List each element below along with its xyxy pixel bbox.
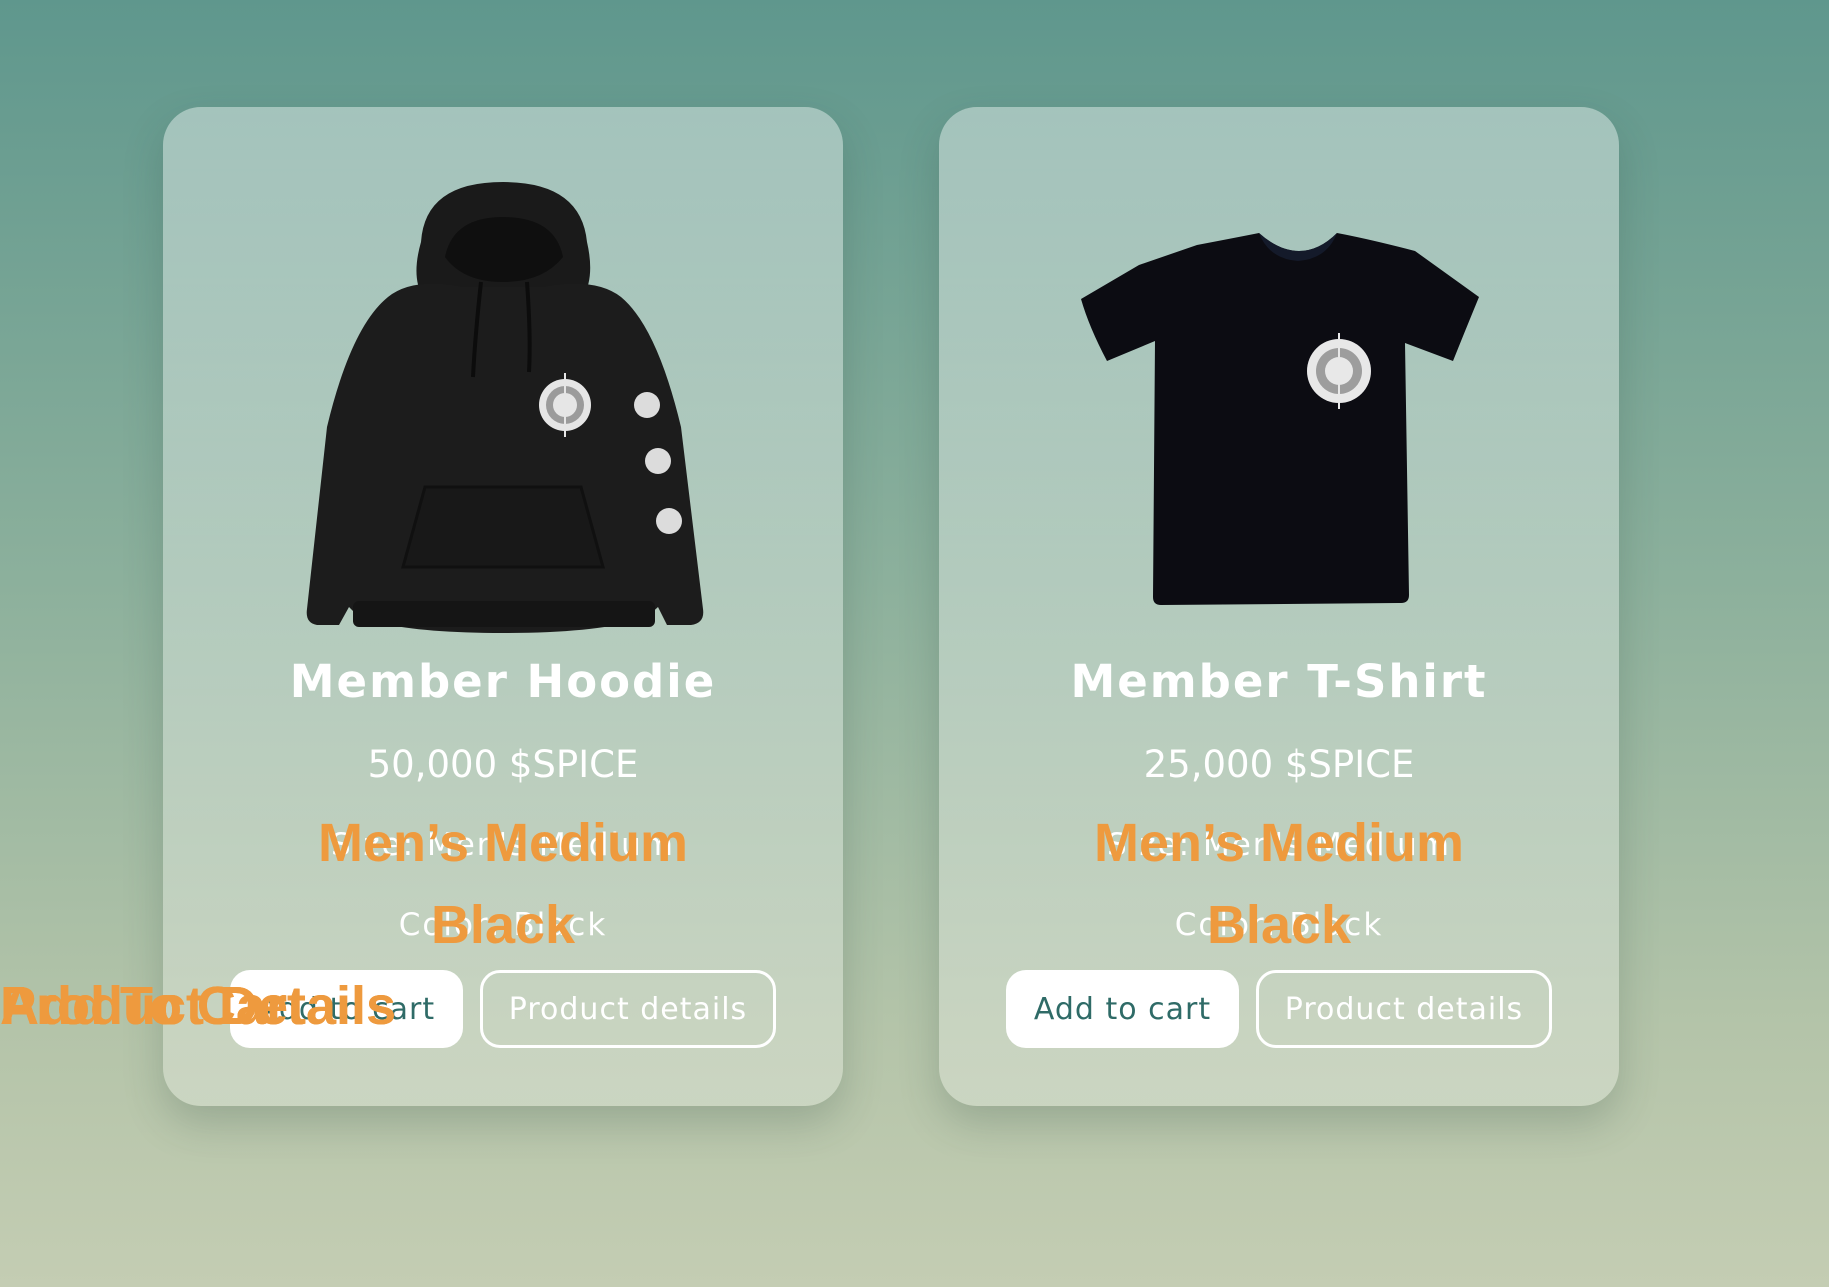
product-card-hoodie: Member Hoodie 50,000 $SPICE Size: Men's … [163, 107, 843, 1106]
hoodie-icon [306, 182, 704, 633]
product-card-tshirt: Member T-Shirt 25,000 $SPICE Size: Men's… [939, 107, 1619, 1106]
hoodie-image [306, 182, 704, 633]
overlay-size-value: Men’s Medium [1093, 813, 1465, 873]
product-price: 25,000 $SPICE [1143, 743, 1415, 786]
tshirt-icon [1081, 233, 1479, 605]
product-title: Member T-Shirt [1070, 655, 1488, 708]
product-title: Member Hoodie [289, 655, 717, 708]
product-details-button[interactable]: Product details [1256, 970, 1552, 1048]
overlay-product-details-label: Product Details [0, 976, 397, 1036]
overlay-color-value: Black [1206, 895, 1352, 955]
overlay-color-value: Black [430, 895, 576, 955]
tshirt-image [1081, 233, 1479, 605]
product-price: 50,000 $SPICE [367, 743, 639, 786]
add-to-cart-button[interactable]: Add to cart [1006, 970, 1239, 1048]
product-details-button[interactable]: Product details [480, 970, 776, 1048]
overlay-size-value: Men’s Medium [317, 813, 689, 873]
